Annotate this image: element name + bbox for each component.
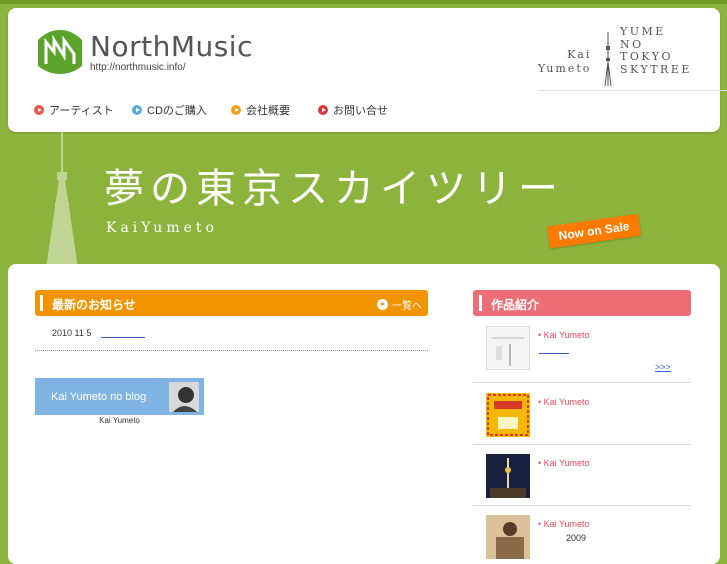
nav-label: お問い合せ [333, 105, 388, 117]
nav-label: CDのご購入 [147, 105, 207, 117]
hero-subtitle: KaiYumeto [106, 220, 218, 236]
bar-accent [479, 295, 482, 311]
top-strip [0, 0, 727, 4]
works-header: 作品紹介 [473, 290, 691, 316]
work-more-link[interactable]: >>> [655, 362, 671, 372]
work-divider [473, 382, 691, 383]
logo-text[interactable]: NorthMusic [90, 30, 253, 63]
artist-name: Kai Yumeto [538, 48, 591, 76]
arrow-circle-icon [318, 105, 328, 115]
work-year: 2009 [566, 533, 587, 543]
news-date: 2010 11 5 [52, 328, 92, 338]
work-item: • Kai Yumeto 2009 [473, 515, 691, 559]
logo-url[interactable]: http://northmusic.info/ [90, 62, 186, 73]
now-on-sale-badge[interactable]: Now on Sale [546, 213, 642, 249]
nav-label: アーティスト [49, 105, 114, 117]
skytree-silhouette-icon [46, 132, 78, 268]
northmusic-logo-icon[interactable] [34, 26, 86, 78]
nav-label: 会社概要 [246, 105, 290, 117]
arrow-circle-icon [377, 299, 388, 310]
work-artist[interactable]: • Kai Yumeto [538, 519, 590, 529]
header-divider [538, 90, 727, 91]
artist-first-name: Kai [567, 48, 592, 61]
skytree-mini-icon [604, 32, 612, 86]
hero-title: 夢の東京スカイツリー [104, 166, 564, 212]
nav-item-contact[interactable]: お問い合せ [318, 102, 388, 118]
album-cover-thumb[interactable] [486, 393, 530, 437]
nav-item-company[interactable]: 会社概要 [231, 102, 290, 118]
album-cover-thumb[interactable] [486, 515, 530, 559]
work-item: • Kai Yumeto [473, 454, 691, 500]
arrow-circle-icon [34, 105, 44, 115]
work-divider [473, 444, 691, 445]
work-artist[interactable]: • Kai Yumeto [538, 397, 590, 407]
nav-item-artist[interactable]: アーティスト [34, 102, 114, 118]
news-item-link[interactable] [101, 337, 145, 338]
work-artist[interactable]: • Kai Yumeto [538, 330, 590, 340]
blog-caption: Kai Yumeto [99, 416, 140, 425]
artist-last-name: Yumeto [538, 62, 592, 75]
arrow-circle-icon [231, 105, 241, 115]
blog-banner[interactable]: Kai Yumeto no blog [35, 378, 204, 415]
news-divider [35, 350, 428, 351]
album-title-line: TOKYO [620, 50, 674, 63]
album-cover-thumb[interactable] [486, 326, 530, 370]
nav-item-cd-purchase[interactable]: CDのご購入 [132, 102, 207, 118]
news-more-link[interactable]: 一覧へ [377, 297, 422, 312]
work-item: • Kai Yumeto [473, 393, 691, 439]
site-header: NorthMusic http://northmusic.info/ Kai Y… [8, 8, 727, 132]
album-title-block: YUME NO TOKYO SKYTREE [620, 25, 692, 76]
album-title-line: SKYTREE [620, 62, 692, 76]
news-header: 最新のお知らせ 一覧へ [35, 290, 428, 316]
bar-accent [40, 295, 43, 311]
news-title: 最新のお知らせ [52, 298, 136, 312]
arrow-circle-icon [132, 105, 142, 115]
work-item: • Kai Yumeto >>> [473, 326, 691, 376]
album-cover-thumb[interactable] [486, 454, 530, 498]
blog-banner-label: Kai Yumeto no blog [51, 391, 147, 403]
work-title-link[interactable] [539, 353, 569, 354]
news-more-label: 一覧へ [392, 301, 422, 312]
works-title: 作品紹介 [491, 298, 540, 312]
work-artist[interactable]: • Kai Yumeto [538, 458, 590, 468]
work-divider [473, 505, 691, 506]
artist-photo [169, 382, 199, 412]
album-title-line: YUME [620, 25, 666, 38]
